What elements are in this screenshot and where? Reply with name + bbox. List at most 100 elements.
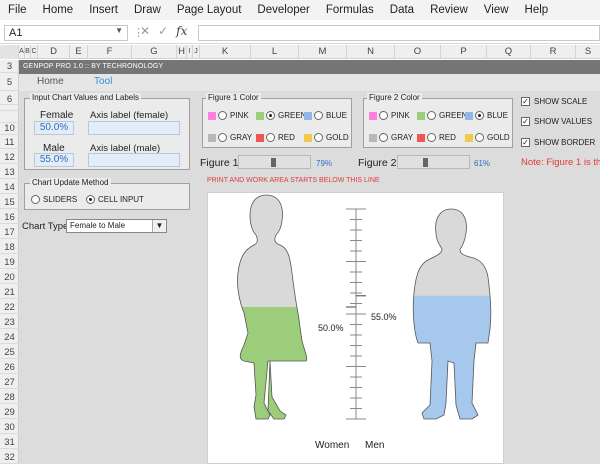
color-option-pink[interactable]: PINK bbox=[369, 111, 410, 120]
men-fill-bar bbox=[413, 295, 491, 419]
column-header-k[interactable]: K bbox=[200, 45, 251, 59]
color-option-red[interactable]: RED bbox=[256, 133, 295, 142]
color-option-red[interactable]: RED bbox=[417, 133, 456, 142]
radio-selected-icon bbox=[475, 111, 484, 120]
axis-female-field[interactable] bbox=[88, 121, 180, 135]
row-headers: 3 5 6 10 11 12 13 14 15 16 17 18 19 20 2… bbox=[0, 60, 19, 464]
column-header-q[interactable]: Q bbox=[487, 45, 531, 59]
menu-review[interactable]: Review bbox=[430, 4, 468, 16]
formula-input[interactable] bbox=[198, 25, 600, 41]
column-header-n[interactable]: N bbox=[347, 45, 395, 59]
slider-thumb[interactable] bbox=[271, 158, 276, 167]
row-header[interactable]: 30 bbox=[0, 421, 19, 434]
row-header[interactable]: 25 bbox=[0, 346, 19, 359]
row-header[interactable]: 6 bbox=[0, 93, 19, 105]
row-header[interactable]: 10 bbox=[0, 122, 19, 135]
figure2-slider-label: Figure 2 bbox=[358, 157, 397, 169]
color-option-label: RED bbox=[278, 133, 295, 142]
color-swatch bbox=[256, 111, 264, 120]
row-header[interactable]: 15 bbox=[0, 196, 19, 209]
column-header-o[interactable]: O bbox=[395, 45, 441, 59]
row-header[interactable]: 22 bbox=[0, 301, 19, 314]
menu-developer[interactable]: Developer bbox=[257, 4, 309, 16]
row-header[interactable]: 12 bbox=[0, 151, 19, 164]
row-header[interactable]: 19 bbox=[0, 256, 19, 269]
color-option-pink[interactable]: PINK bbox=[208, 111, 249, 120]
column-headers: A B C D E F G H I J K L M N O P Q R S bbox=[0, 45, 600, 59]
row-header[interactable]: 18 bbox=[0, 241, 19, 254]
color-option-gray[interactable]: GRAY bbox=[208, 133, 252, 142]
sliders-option[interactable]: SLIDERS bbox=[31, 195, 77, 204]
female-value-field[interactable]: 50.0% bbox=[34, 121, 74, 135]
row-header[interactable]: 27 bbox=[0, 376, 19, 389]
row-header[interactable]: 3 bbox=[0, 60, 19, 73]
menu-insert[interactable]: Insert bbox=[89, 4, 118, 16]
menu-file[interactable]: File bbox=[8, 4, 27, 16]
menu-help[interactable]: Help bbox=[525, 4, 549, 16]
color-option-blue[interactable]: BLUE bbox=[465, 111, 508, 120]
row-header[interactable]: 32 bbox=[0, 451, 19, 464]
row-header[interactable]: 23 bbox=[0, 316, 19, 329]
row-header[interactable]: 24 bbox=[0, 331, 19, 344]
axis-female-label: Axis label (female) bbox=[90, 110, 169, 121]
color-option-blue[interactable]: BLUE bbox=[304, 111, 347, 120]
show-border-checkbox[interactable]: ✓ SHOW BORDER bbox=[521, 138, 595, 147]
row-header[interactable]: 28 bbox=[0, 391, 19, 404]
row-header[interactable]: 31 bbox=[0, 436, 19, 449]
menu-draw[interactable]: Draw bbox=[134, 4, 161, 16]
column-header-r[interactable]: R bbox=[531, 45, 576, 59]
select-all-corner[interactable] bbox=[0, 45, 19, 59]
figure1-slider[interactable] bbox=[238, 155, 311, 169]
column-header-s[interactable]: S bbox=[576, 45, 600, 59]
row-header[interactable]: 17 bbox=[0, 226, 19, 239]
cancel-icon[interactable]: ✕ bbox=[140, 24, 150, 38]
color-option-label: BLUE bbox=[487, 111, 508, 120]
column-header-d[interactable]: D bbox=[38, 45, 70, 59]
confirm-icon[interactable]: ✓ bbox=[158, 24, 168, 38]
insert-function-icon[interactable]: fx bbox=[176, 24, 187, 38]
show-scale-checkbox[interactable]: ✓ SHOW SCALE bbox=[521, 97, 587, 106]
row-header[interactable]: 20 bbox=[0, 271, 19, 284]
chevron-down-icon[interactable]: ▼ bbox=[152, 220, 166, 232]
color-option-gray[interactable]: GRAY bbox=[369, 133, 413, 142]
column-header-p[interactable]: P bbox=[441, 45, 487, 59]
menu-view[interactable]: View bbox=[484, 4, 509, 16]
women-value-label: 50.0% bbox=[318, 323, 344, 333]
male-value-field[interactable]: 55.0% bbox=[34, 153, 74, 167]
row-header[interactable]: 21 bbox=[0, 286, 19, 299]
show-values-checkbox[interactable]: ✓ SHOW VALUES bbox=[521, 117, 592, 126]
column-header-e[interactable]: E bbox=[70, 45, 88, 59]
column-header-f[interactable]: F bbox=[88, 45, 132, 59]
row-header[interactable]: 13 bbox=[0, 166, 19, 179]
menu-formulas[interactable]: Formulas bbox=[326, 4, 374, 16]
column-header-m[interactable]: M bbox=[299, 45, 347, 59]
chart-type-select[interactable]: Female to Male ▼ bbox=[66, 219, 167, 233]
menu-home[interactable]: Home bbox=[43, 4, 74, 16]
color-option-green[interactable]: GREEN bbox=[256, 111, 306, 120]
row-header[interactable]: 14 bbox=[0, 181, 19, 194]
column-header-c[interactable]: C bbox=[31, 45, 38, 59]
color-option-gold[interactable]: GOLD bbox=[465, 133, 510, 142]
axis-male-field[interactable] bbox=[88, 153, 180, 167]
color-option-gold[interactable]: GOLD bbox=[304, 133, 349, 142]
menu-page-layout[interactable]: Page Layout bbox=[177, 4, 242, 16]
chevron-down-icon[interactable]: ▼ bbox=[115, 26, 123, 35]
column-header-g[interactable]: G bbox=[132, 45, 177, 59]
cell-input-option[interactable]: CELL INPUT bbox=[86, 195, 144, 204]
tab-tool[interactable]: Tool bbox=[94, 76, 112, 87]
row-header[interactable]: 5 bbox=[0, 74, 19, 91]
slider-thumb[interactable] bbox=[423, 158, 428, 167]
figure2-slider[interactable] bbox=[397, 155, 470, 169]
row-header[interactable]: 26 bbox=[0, 361, 19, 374]
row-header[interactable]: 29 bbox=[0, 406, 19, 419]
tab-home[interactable]: Home bbox=[37, 76, 64, 87]
column-header-j[interactable]: J bbox=[193, 45, 200, 59]
column-header-h[interactable]: H bbox=[177, 45, 187, 59]
row-header[interactable]: 16 bbox=[0, 211, 19, 224]
column-header-l[interactable]: L bbox=[251, 45, 299, 59]
name-box[interactable]: A1 ▼ bbox=[4, 25, 128, 41]
color-option-green[interactable]: GREEN bbox=[417, 111, 467, 120]
row-header[interactable]: 11 bbox=[0, 136, 19, 149]
men-axis-label: Men bbox=[365, 440, 385, 451]
menu-data[interactable]: Data bbox=[390, 4, 414, 16]
